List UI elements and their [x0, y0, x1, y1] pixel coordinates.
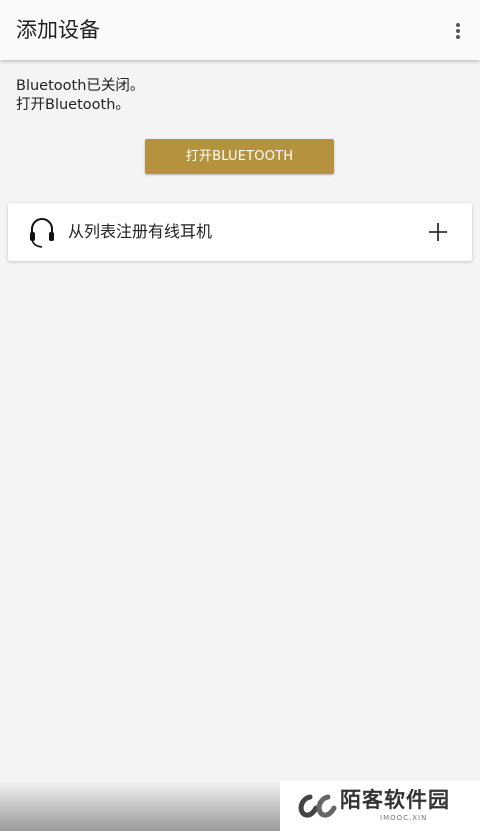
page-title: 添加设备	[16, 18, 100, 42]
register-wired-headset-item[interactable]: 从列表注册有线耳机	[8, 203, 472, 261]
bluetooth-off-text: Bluetooth已关闭。	[16, 78, 145, 94]
register-wired-headset-label: 从列表注册有线耳机	[68, 222, 213, 241]
app-bar: 添加设备	[0, 0, 480, 60]
bottom-gradient	[0, 781, 280, 831]
watermark-logo-icon	[298, 794, 337, 818]
watermark-domain: IMOOC.XIN	[380, 814, 428, 822]
bluetooth-status: Bluetooth已关闭。 打开Bluetooth。	[16, 77, 144, 115]
plus-icon[interactable]	[426, 220, 450, 244]
enable-bluetooth-button[interactable]: 打开BLUETOOTH	[145, 139, 334, 174]
more-vert-icon[interactable]	[444, 14, 472, 46]
watermark-name: 陌客软件园	[340, 787, 450, 812]
watermark: 陌客软件园 IMOOC.XIN	[280, 781, 480, 831]
bluetooth-hint-text: 打开Bluetooth。	[16, 97, 130, 113]
headset-icon	[30, 218, 54, 248]
